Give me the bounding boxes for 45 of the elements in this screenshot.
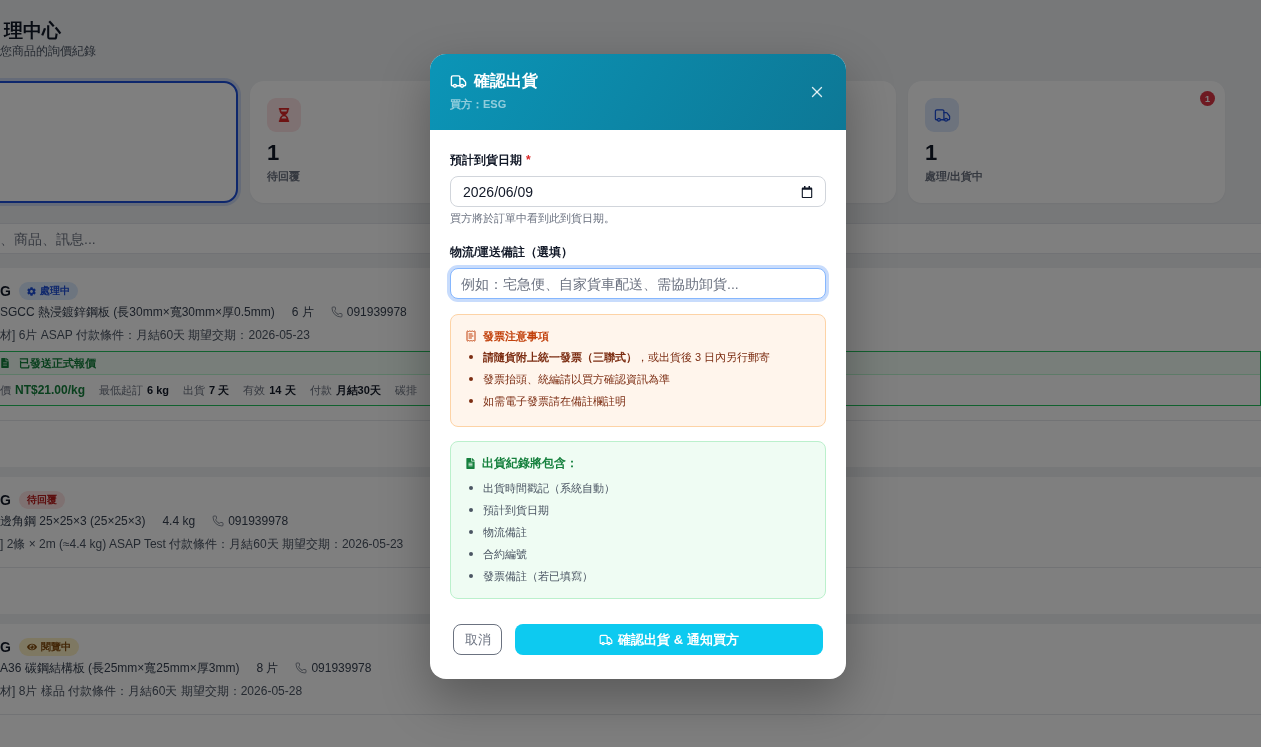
- product-name: A36 碳鋼結構板 (長25mm×寬25mm×厚3mm): [0, 660, 240, 676]
- phone-number: 091939978: [346, 304, 407, 320]
- product-name: 邊角鋼 25×25×3 (25×25×3): [0, 513, 146, 529]
- notice-item: 預計到貨日期: [483, 503, 549, 517]
- page-title: 理中心: [4, 19, 61, 43]
- count-badge: 1: [1200, 91, 1215, 106]
- stat-value: 1: [925, 140, 938, 166]
- quote-term: 最低起訂 6 kg: [99, 383, 170, 397]
- quote-term: 價 NT$21.00/kg: [0, 383, 86, 397]
- quote-title: 已發送正式報價: [19, 356, 96, 370]
- notice-title: 發票注意事項: [483, 329, 549, 344]
- notice-item: 如需電子發票請在備註欄註明: [483, 394, 626, 408]
- field-label: 預計到貨日期 *: [450, 152, 531, 168]
- quantity-text: 8 片: [256, 660, 279, 676]
- quantity-text: 4.4 kg: [162, 513, 196, 529]
- phone-number: 091939978: [311, 660, 372, 676]
- page-subtitle: 您商品的詢價紀錄: [0, 43, 96, 59]
- phone-number: 091939978: [228, 513, 289, 529]
- help-text: 買方將於訂單中看到此到貨日期。: [450, 211, 615, 225]
- notice-item: 發票抬頭、統編請以買方確認資訊為準: [483, 372, 670, 386]
- status-label: 處理中: [39, 285, 70, 297]
- notice-item: 合約編號: [483, 547, 527, 561]
- notice-item: 出貨時間戳記（系統自動）: [483, 481, 615, 495]
- notice-title: 出貨紀錄將包含：: [482, 455, 578, 471]
- quote-term: 出貨 7 天: [183, 383, 230, 397]
- stat-label: 待回覆: [267, 169, 300, 183]
- notice-item: 物流備註: [483, 525, 527, 539]
- quote-term: 有效 14 天: [243, 383, 296, 397]
- buyer-name: G: [0, 282, 11, 300]
- stat-label: 處理/出貨中: [925, 169, 984, 183]
- order-note: ] 2條 × 2m (≈4.4 kg) ASAP Test 付款條件：月結60天 期望交期：2026-05-23: [0, 536, 404, 552]
- quantity-text: 6 片: [291, 304, 314, 320]
- buyer-name: G: [0, 638, 11, 656]
- buyer-name: G: [0, 491, 11, 509]
- product-name: SGCC 熱浸鍍鋅鋼板 (長30mm×寬30mm×厚0.5mm): [0, 304, 275, 320]
- order-note: 材] 8片 樣品 付款條件：月結60天 期望交期：2026-05-28: [0, 683, 303, 699]
- notice-item: 請隨貨附上統一發票（三聯式），或出貨後 3 日內另行郵寄: [483, 350, 771, 364]
- field-label: 物流/運送備註（選填）: [450, 244, 574, 260]
- stat-value: 1: [267, 140, 280, 166]
- status-label: 待回覆: [26, 494, 57, 506]
- quote-term: 付款 月結30天: [309, 383, 381, 397]
- order-note: 材] 6片 ASAP 付款條件：月結60天 期望交期：2026-05-23: [0, 327, 310, 343]
- buyer-label: 買方：ESG: [450, 97, 507, 111]
- status-label: 閱覽中: [40, 641, 71, 653]
- notice-item: 發票備註（若已填寫）: [483, 569, 593, 583]
